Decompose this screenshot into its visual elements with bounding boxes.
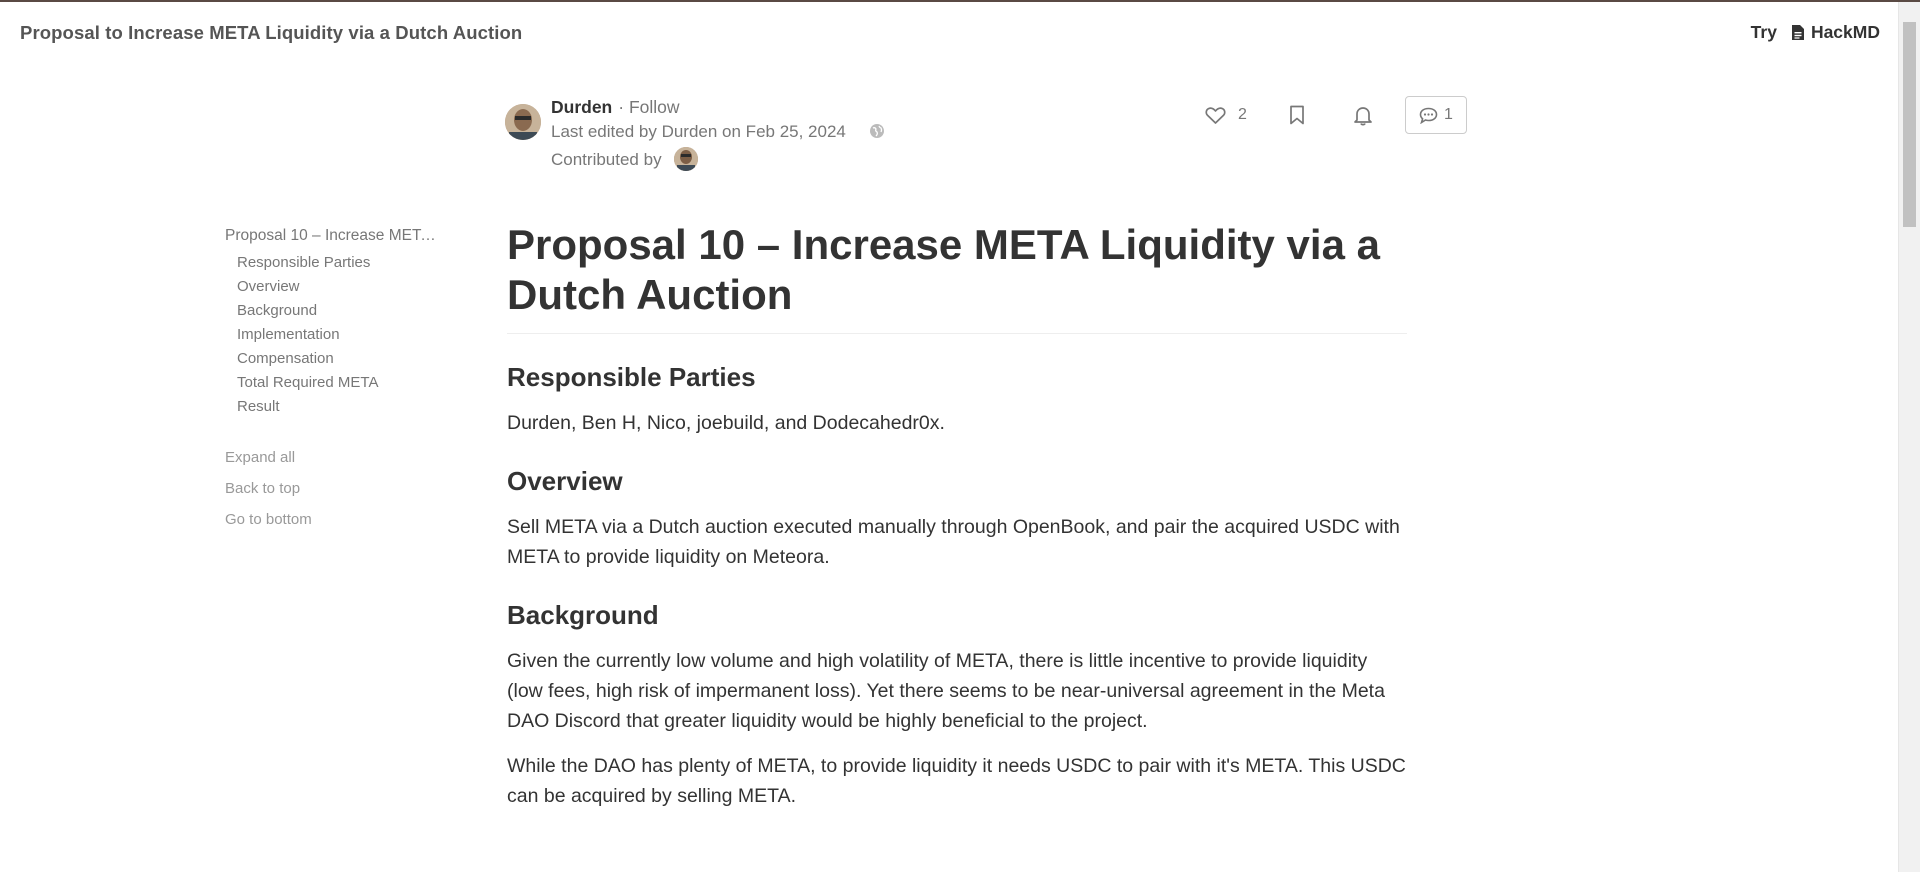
contributed-label: Contributed by	[551, 150, 662, 169]
author-name-row: Durden · Follow	[551, 97, 680, 118]
try-link[interactable]: Try	[1751, 22, 1777, 43]
follow-link[interactable]: · Follow	[618, 97, 679, 117]
section-paragraph: While the DAO has plenty of META, to pro…	[507, 755, 1406, 807]
author-avatar[interactable]	[505, 104, 541, 140]
toc-item-responsible-parties[interactable]: Responsible Parties	[237, 254, 445, 278]
scrollbar-thumb[interactable]	[1903, 22, 1916, 227]
scrollbar[interactable]	[1898, 2, 1920, 872]
toc-item-overview[interactable]: Overview	[237, 278, 445, 302]
toc-item-total-required-meta[interactable]: Total Required META	[237, 374, 445, 398]
toc-item-compensation[interactable]: Compensation	[237, 350, 445, 374]
bookmark-icon	[1290, 105, 1304, 125]
comment-count: 1	[1443, 106, 1453, 123]
contributor-avatar[interactable]	[674, 147, 699, 171]
section-heading-overview: Overview	[507, 466, 623, 496]
section-paragraph: Durden, Ben H, Nico, joebuild, and Dodec…	[507, 412, 945, 434]
document-title: Proposal to Increase META Liquidity via …	[20, 22, 523, 43]
expand-all-link[interactable]: Expand all	[225, 449, 445, 480]
toc-item-implementation[interactable]: Implementation	[237, 326, 445, 350]
comment-icon	[1419, 107, 1438, 124]
go-to-bottom-link[interactable]: Go to bottom	[225, 511, 445, 542]
heart-icon	[1205, 106, 1226, 124]
toc-item-background[interactable]: Background	[237, 302, 445, 326]
last-edited-text: Last edited by Durden on Feb 25, 2024	[551, 122, 846, 141]
toc-controls: Expand all Back to top Go to bottom	[225, 449, 445, 542]
document-icon	[1791, 25, 1804, 40]
toc-title-link[interactable]: Proposal 10 – Increase META Liquidity vi…	[225, 227, 440, 245]
hackmd-label: HackMD	[1810, 22, 1880, 42]
bookmark-button[interactable]	[1289, 105, 1305, 125]
note-actions: 2 1	[1205, 96, 1467, 134]
comment-button[interactable]: 1	[1404, 96, 1467, 134]
note-content: Proposal 10 – Increase META Liquidity vi…	[507, 220, 1407, 826]
back-to-top-link[interactable]: Back to top	[225, 480, 445, 511]
section-heading-background: Background	[507, 600, 659, 630]
author-name[interactable]: Durden	[551, 97, 612, 117]
hackmd-link[interactable]: HackMD	[1791, 22, 1880, 43]
section-paragraph: Given the currently low volume and high …	[507, 650, 1385, 732]
like-button[interactable]: 2	[1205, 106, 1247, 125]
bell-icon	[1354, 106, 1372, 125]
like-count: 2	[1238, 106, 1247, 123]
header-actions: Try HackMD	[1751, 22, 1880, 43]
section-heading-responsible-parties: Responsible Parties	[507, 362, 756, 392]
top-header: Proposal to Increase META Liquidity via …	[0, 2, 1898, 66]
note-title: Proposal 10 – Increase META Liquidity vi…	[507, 220, 1407, 334]
table-of-contents: Proposal 10 – Increase META Liquidity vi…	[225, 227, 445, 542]
contributed-row: Contributed by	[551, 147, 699, 171]
toc-item-result[interactable]: Result	[237, 398, 445, 422]
last-edited-row: Last edited by Durden on Feb 25, 2024	[551, 122, 885, 144]
section-paragraph: Sell META via a Dutch auction executed m…	[507, 516, 1400, 568]
globe-icon	[869, 123, 885, 144]
subscribe-button[interactable]	[1353, 105, 1373, 126]
